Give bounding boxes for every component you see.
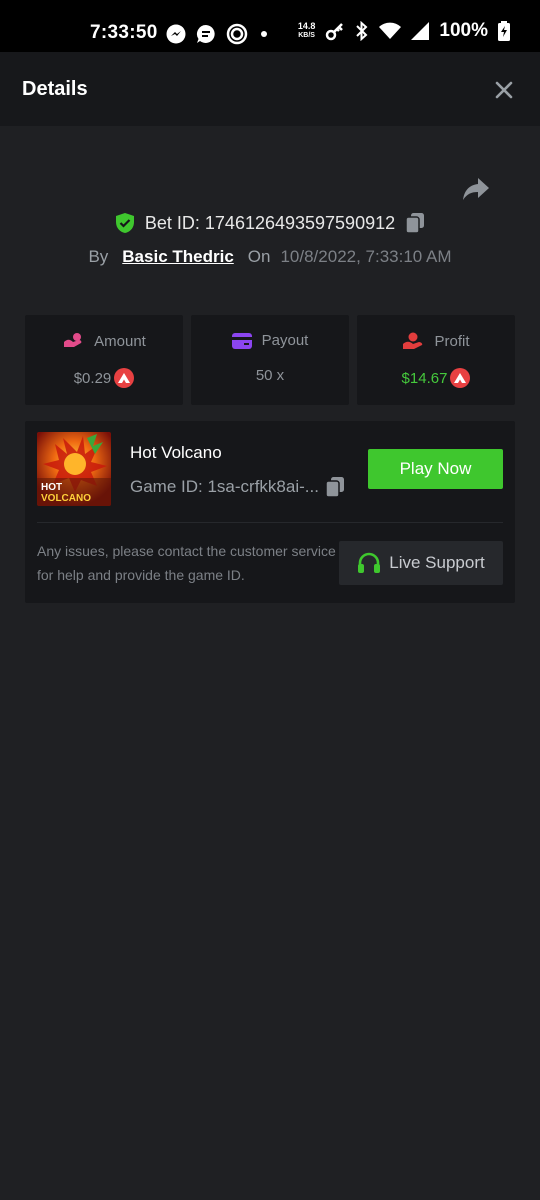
messenger-icon xyxy=(166,24,186,44)
sync-icon xyxy=(226,23,248,45)
bet-id-value: 1746126493597590912 xyxy=(204,212,396,233)
speed-unit: KB/S xyxy=(298,32,315,39)
bet-by-row: By Basic Thedric On 10/8/2022, 7:33:10 A… xyxy=(0,247,540,267)
profit-value: $14.67 xyxy=(401,369,448,387)
on-label: On xyxy=(247,247,271,266)
dot-icon xyxy=(261,31,267,37)
battery-percent: 100% xyxy=(439,20,488,41)
bet-id-label: Bet ID: xyxy=(144,212,200,233)
speed-value: 14.8 xyxy=(297,21,316,31)
amount-value: $0.29 xyxy=(73,369,112,387)
avax-coin-icon xyxy=(450,368,471,388)
bet-id-row: Bet ID: 1746126493597590912 xyxy=(0,212,540,239)
by-label: By xyxy=(88,247,109,266)
bluetooth-icon xyxy=(356,21,368,41)
support-hint: Any issues, please contact the customer … xyxy=(37,543,336,583)
headset-icon xyxy=(358,552,381,573)
stat-profit: Profit $14.67 xyxy=(357,315,515,405)
notification-icons xyxy=(166,23,270,45)
live-support-label: Live Support xyxy=(389,553,485,572)
game-thumbnail[interactable]: HOT VOLCANO xyxy=(37,432,111,506)
payout-value: 50 x xyxy=(255,367,285,384)
hand-profit-icon xyxy=(403,332,423,349)
card-icon xyxy=(231,332,252,349)
battery-icon xyxy=(498,21,510,41)
shield-check-icon xyxy=(115,213,134,233)
bet-stats: Amount $0.29 Payout 50 x Profit $14.67 xyxy=(25,315,515,405)
live-support-button[interactable]: Live Support xyxy=(339,541,503,585)
share-icon[interactable] xyxy=(462,176,490,202)
game-id-row: Game ID: 1sa-crfkk8ai-... xyxy=(130,476,345,498)
game-card: HOT VOLCANO Hot Volcano Game ID: 1sa-crf… xyxy=(25,421,515,603)
system-icons: 14.8 KB/S 100% xyxy=(298,20,510,42)
key-icon xyxy=(326,23,344,41)
avax-coin-icon xyxy=(114,368,135,388)
money-icon xyxy=(64,333,82,347)
thumb-line2: VOLCANO xyxy=(41,493,91,504)
play-now-button[interactable]: Play Now xyxy=(368,449,503,489)
signal-icon xyxy=(411,22,430,40)
network-speed: 14.8 KB/S xyxy=(298,22,316,40)
divider xyxy=(37,522,503,523)
details-header: Details xyxy=(0,52,540,126)
game-name: Hot Volcano xyxy=(130,443,222,462)
payout-label: Payout xyxy=(261,332,309,349)
profit-label: Profit xyxy=(434,332,470,350)
chat-icon xyxy=(196,24,215,43)
wifi-icon xyxy=(379,22,402,39)
page-title: Details xyxy=(22,78,88,100)
copy-icon[interactable] xyxy=(405,212,425,234)
bet-date: 10/8/2022, 7:33:10 AM xyxy=(280,247,452,266)
stat-payout: Payout 50 x xyxy=(191,315,349,405)
copy-icon[interactable] xyxy=(325,476,345,498)
amount-label: Amount xyxy=(94,332,146,350)
game-id-value: Game ID: 1sa-crfkk8ai-... xyxy=(130,477,319,496)
stat-amount: Amount $0.29 xyxy=(25,315,183,405)
thumb-line1: HOT xyxy=(41,482,62,493)
status-bar: 7:33:50 14.8 KB/S 100% xyxy=(0,0,540,52)
close-icon[interactable] xyxy=(494,80,514,100)
username-link[interactable]: Basic Thedric xyxy=(122,247,234,267)
status-time: 7:33:50 xyxy=(90,22,158,43)
